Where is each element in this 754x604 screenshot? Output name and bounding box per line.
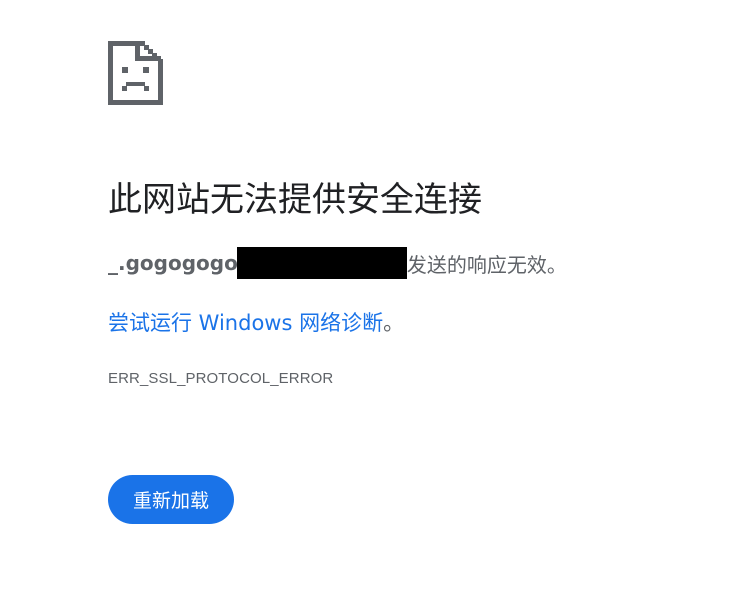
- diagnostics-period: 。: [383, 311, 405, 335]
- page-title: 此网站无法提供安全连接: [108, 180, 482, 220]
- description-text: 发送的响应无效。: [406, 252, 567, 277]
- reload-button[interactable]: 重新加载: [108, 475, 234, 524]
- error-code: ERR_SSL_PROTOCOL_ERROR: [108, 370, 334, 387]
- redacted-hostname-block: [236, 247, 407, 279]
- network-diagnostics-link[interactable]: 尝试运行 Windows 网络诊断: [108, 311, 383, 335]
- error-description: _.gogogogo 发送的响应无效。: [108, 247, 567, 279]
- sad-page-icon: [108, 41, 163, 105]
- diagnostics-line: 尝试运行 Windows 网络诊断。: [108, 308, 404, 338]
- site-hostname: _.gogogogo: [108, 251, 238, 275]
